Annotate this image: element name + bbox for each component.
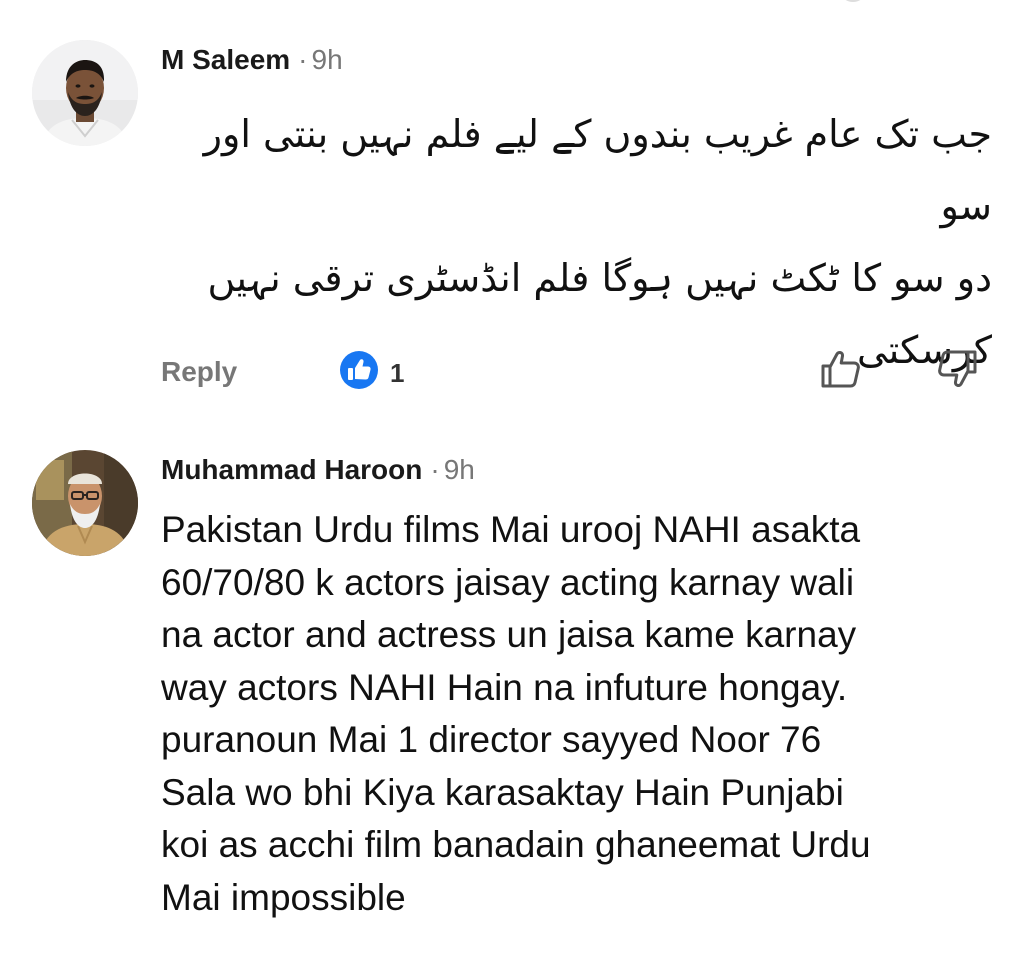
comment-item: Muhammad Haroon · 9h Pakistan Urdu films M… xyxy=(0,430,1024,956)
meta-separator: · xyxy=(298,44,308,75)
comment-text: Pakistan Urdu films Mai urooj NAHI asakt… xyxy=(161,504,1011,924)
avatar-elder-cap-icon xyxy=(32,450,138,556)
comment-text: جب تک عام غریب بندوں کے لیے فلم نہیں بنت… xyxy=(150,98,992,386)
author-name[interactable]: M Saleem xyxy=(161,44,290,75)
thumbs-up-icon[interactable] xyxy=(818,346,864,392)
avatar-man-beard-icon xyxy=(32,40,138,146)
comment-actions: Reply 1 xyxy=(0,346,1024,406)
comment-text-line: جب تک عام غریب بندوں کے لیے فلم نہیں بنت… xyxy=(203,112,992,228)
avatar[interactable] xyxy=(32,450,138,556)
comment-text-line: Mai impossible xyxy=(161,876,406,918)
comment-item: M Saleem · 9h جب تک عام غریب بندوں کے لیے … xyxy=(0,0,1024,430)
reply-button[interactable]: Reply xyxy=(161,356,237,388)
comment-text-line: 60/70/80 k actors jaisay acting karnay w… xyxy=(161,561,855,603)
comment-text-line: Sala wo bhi Kiya karasaktay Hain Punjabi xyxy=(161,771,844,813)
avatar[interactable] xyxy=(32,40,138,146)
timestamp: 9h xyxy=(311,44,343,75)
comment-text-line: koi as acchi film banadain ghaneemat Urd… xyxy=(161,824,871,865)
comment-text-line: na actor and actress un jaisa kame karna… xyxy=(161,614,857,655)
timestamp: 9h xyxy=(443,454,475,485)
author-name[interactable]: Muhammad Haroon xyxy=(161,454,422,485)
comment-text-line: Pakistan Urdu films Mai urooj NAHI asakt… xyxy=(161,509,861,550)
comment-text-line: puranoun Mai 1 director sayyed Noor 76 xyxy=(161,719,822,760)
thumbs-up-filled-icon xyxy=(337,348,381,392)
meta-separator: · xyxy=(430,454,440,485)
comment-header: M Saleem · 9h xyxy=(161,44,343,76)
comment-text-line: way actors NAHI Hain na infuture hongay. xyxy=(161,666,848,708)
comment-text-line: دو سو کا ٹکٹ نہیں ہوگا فلم انڈسٹری ترقی … xyxy=(207,256,992,300)
thumbs-down-icon[interactable] xyxy=(934,346,980,392)
comment-header: Muhammad Haroon · 9h xyxy=(161,454,475,486)
like-count: 1 xyxy=(390,358,405,388)
